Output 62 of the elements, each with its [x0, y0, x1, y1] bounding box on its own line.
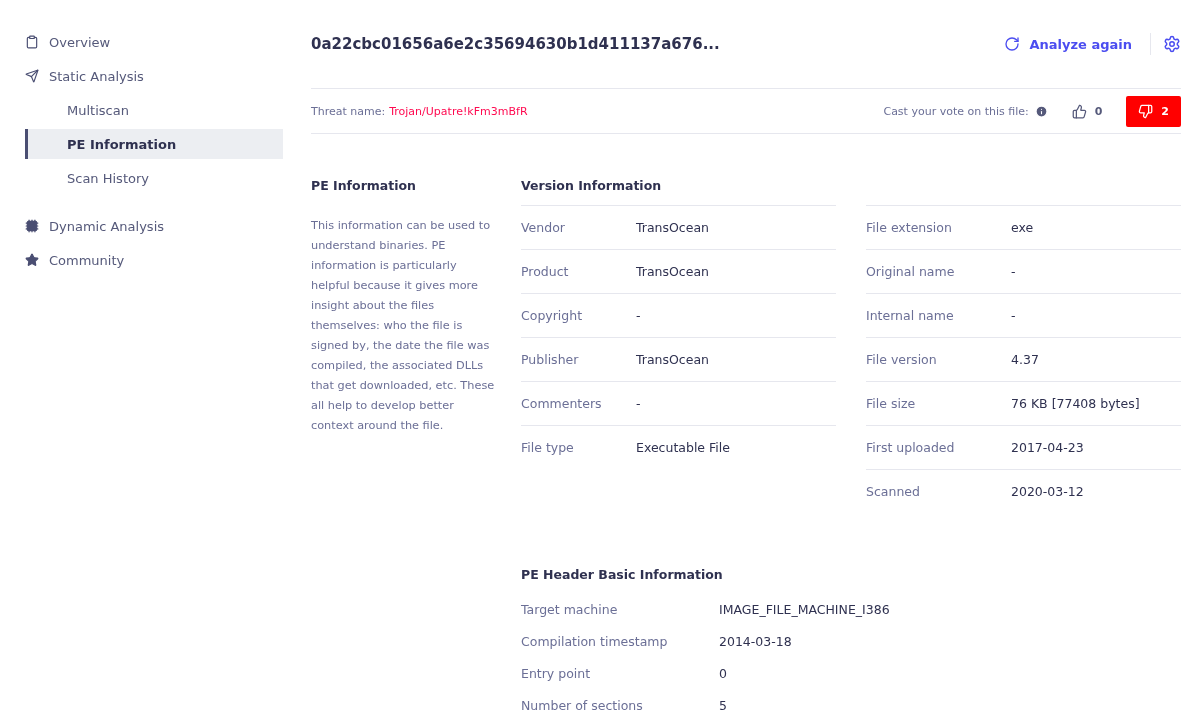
field-value: Executable File — [636, 440, 730, 455]
thumbs-down-icon — [1138, 103, 1154, 119]
section-title: PE Header Basic Information — [521, 566, 724, 584]
file-hash-title: 0a22cbc01656a6e2c35694630b1d411137a676... — [311, 35, 721, 53]
field-value: 2020-03-12 — [1011, 484, 1084, 499]
field-label: Internal name — [866, 308, 955, 323]
field-value: TransOcean — [636, 352, 710, 367]
sidebar-subitem[interactable]: Scan History — [25, 163, 283, 193]
field-label: Target machine — [521, 601, 619, 617]
field-value: 0 — [719, 665, 727, 681]
sidebar-item[interactable]: Static Analysis — [25, 59, 283, 93]
vote-prompt: Cast your vote on this file: — [883, 104, 1029, 118]
analyze-again-button[interactable]: Analyze again — [999, 32, 1136, 56]
field-value: - — [636, 308, 641, 323]
field-label: Product — [521, 264, 570, 279]
star-icon — [25, 253, 39, 267]
settings-button[interactable] — [1150, 33, 1181, 55]
field-value: exe — [1011, 220, 1034, 235]
sidebar-subitem[interactable]: PE Information — [25, 129, 283, 159]
description-text: This information can be used to understand binaries. PE information is particularly helpful because it gives more insight about the files themselves: who the file is signed by, the date the file was compiled, the associated DLLs that get downloaded, etc. These all help to develop better context around the file. — [311, 218, 495, 434]
field-value: TransOcean — [636, 220, 710, 235]
thumbs-up-icon — [1071, 103, 1087, 119]
clipboard-icon — [25, 35, 39, 49]
field-label: File size — [866, 396, 917, 411]
field-label: Commenters — [521, 396, 603, 411]
field-label: Compilation timestamp — [521, 633, 669, 649]
sidebar-item[interactable]: Dynamic Analysis — [25, 209, 283, 243]
section-title: PE Information — [311, 177, 417, 195]
field-value: 76 KB [77408 bytes] — [1011, 396, 1140, 411]
field-label: File type — [521, 440, 575, 455]
send-icon — [25, 69, 39, 83]
info-icon[interactable] — [1034, 104, 1048, 118]
field-value: - — [636, 396, 641, 411]
field-value: 2014-03-18 — [719, 633, 792, 649]
sidebar-subitem[interactable]: Multiscan — [25, 95, 283, 125]
field-label: File version — [866, 352, 938, 367]
field-label: First uploaded — [866, 440, 956, 455]
downvote-button[interactable]: 2 — [1126, 95, 1181, 127]
field-value: 2017-04-23 — [1011, 440, 1084, 455]
field-label: File extension — [866, 220, 953, 235]
field-label: Original name — [866, 264, 956, 279]
field-value: - — [1011, 264, 1016, 279]
field-value: - — [1011, 308, 1016, 323]
section-title: Version Information — [521, 177, 663, 195]
field-label: Number of sections — [521, 697, 644, 713]
field-label: Copyright — [521, 308, 584, 323]
chip-icon — [25, 219, 39, 233]
field-value: 4.37 — [1011, 352, 1039, 367]
field-label: Entry point — [521, 665, 592, 681]
upvote-button[interactable]: 0 — [1059, 95, 1115, 127]
sidebar-item[interactable]: Community — [25, 243, 283, 277]
refresh-icon — [1003, 36, 1020, 52]
field-label: Publisher — [521, 352, 580, 367]
field-value: IMAGE_FILE_MACHINE_I386 — [719, 601, 890, 617]
field-value: 5 — [719, 697, 727, 713]
sidebar-item[interactable]: Overview — [25, 25, 283, 59]
threat-label: Threat name: — [311, 104, 386, 118]
field-value: TransOcean — [636, 264, 710, 279]
settings-icon — [1163, 35, 1181, 53]
field-label: Vendor — [521, 220, 566, 235]
field-label: Scanned — [866, 484, 921, 499]
threat-name: Trojan/Upatre!kFm3mBfR — [389, 104, 529, 118]
